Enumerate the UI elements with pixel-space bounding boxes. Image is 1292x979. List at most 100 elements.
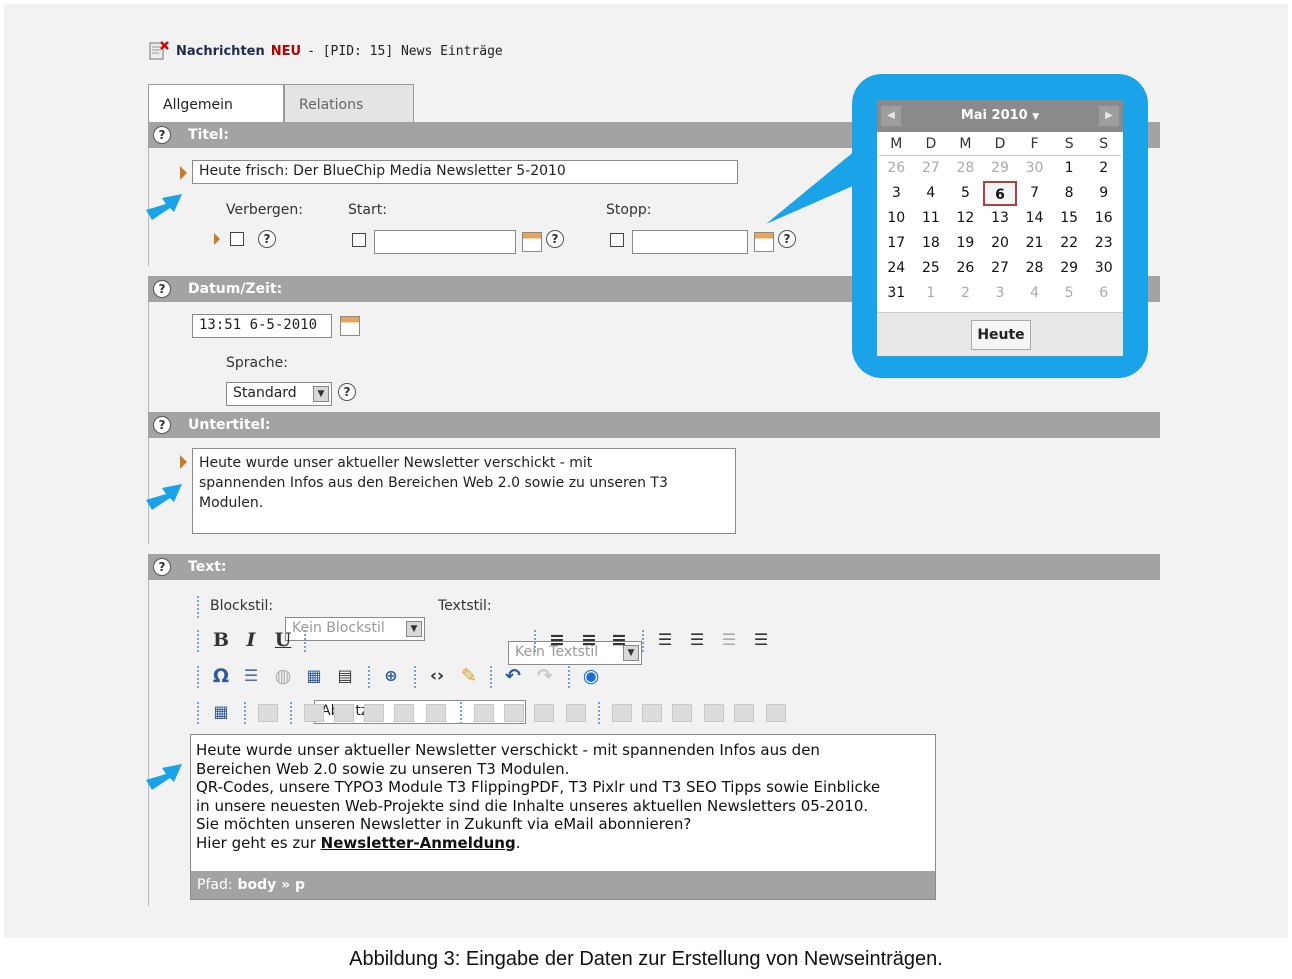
calendar-day[interactable]: 30	[1017, 156, 1052, 181]
table-cell-icon[interactable]	[258, 704, 278, 722]
cell-split-icon[interactable]	[734, 704, 754, 722]
today-button[interactable]: Heute	[971, 320, 1031, 350]
calendar-day[interactable]: 6	[982, 181, 1018, 206]
calendar-day[interactable]: 4	[914, 181, 949, 206]
help-icon[interactable]: ?	[338, 383, 356, 401]
path-p[interactable]: p	[295, 877, 305, 893]
calendar-day[interactable]: 22	[1052, 231, 1087, 256]
calendar-day[interactable]: 25	[914, 256, 949, 281]
calendar-day[interactable]: 7	[1017, 181, 1052, 206]
calendar-icon[interactable]	[340, 316, 360, 336]
help-icon[interactable]: ?	[258, 230, 276, 248]
outdent-icon[interactable]: ☰	[718, 629, 740, 651]
chevron-down-icon[interactable]: ▼	[1032, 112, 1039, 122]
calendar-day[interactable]: 2	[1086, 156, 1121, 181]
chevron-left-icon[interactable]: ◀	[881, 106, 901, 126]
calendar-day[interactable]: 30	[1086, 256, 1121, 281]
calendar-day[interactable]: 31	[879, 281, 914, 306]
newsletter-signup-link[interactable]: Newsletter-Anmeldung	[321, 834, 516, 852]
calendar-day[interactable]: 16	[1086, 206, 1121, 231]
about-help-icon[interactable]: ◉	[580, 665, 602, 687]
row-insert-before-icon[interactable]	[334, 704, 354, 722]
cell-properties-icon[interactable]	[612, 704, 632, 722]
calendar-day[interactable]: 28	[1017, 256, 1052, 281]
insert-link-icon[interactable]: ◍	[272, 665, 294, 687]
column-insert-after-icon[interactable]	[504, 704, 524, 722]
row-delete-icon[interactable]	[394, 704, 414, 722]
help-icon[interactable]: ?	[153, 280, 171, 298]
column-insert-before-icon[interactable]	[474, 704, 494, 722]
chevron-right-icon[interactable]: ▶	[1099, 106, 1119, 126]
redo-icon[interactable]: ↷	[534, 665, 556, 687]
hide-checkbox[interactable]	[230, 232, 244, 246]
row-split-icon[interactable]	[426, 704, 446, 722]
calendar-icon[interactable]	[754, 232, 774, 252]
calendar-day[interactable]: 26	[948, 256, 983, 281]
tab-relations[interactable]: Relations	[284, 84, 414, 122]
column-split-icon[interactable]	[566, 704, 586, 722]
calendar-day[interactable]: 10	[879, 206, 914, 231]
calendar-day[interactable]: 3	[983, 281, 1018, 306]
special-character-icon[interactable]: Ω	[210, 665, 232, 687]
rich-text-editor[interactable]: Heute wurde unser aktueller Newsletter v…	[190, 734, 936, 900]
blockstyle-select[interactable]: Kein Blockstil ▼	[285, 617, 425, 641]
calendar-day[interactable]: 1	[914, 281, 949, 306]
start-date-input[interactable]	[374, 230, 516, 254]
ordered-list-icon[interactable]: ☰	[654, 629, 676, 651]
calendar-day[interactable]: 28	[948, 156, 983, 181]
calendar-day[interactable]: 12	[948, 206, 983, 231]
align-right-icon[interactable]: ≡	[608, 629, 630, 651]
title-input[interactable]: Heute frisch: Der BlueChip Media Newslet…	[192, 160, 738, 184]
calendar-day[interactable]: 9	[1086, 181, 1121, 206]
cell-insert-before-icon[interactable]	[642, 704, 662, 722]
cell-delete-icon[interactable]	[704, 704, 724, 722]
calendar-day[interactable]: 27	[914, 156, 949, 181]
calendar-day[interactable]: 15	[1052, 206, 1087, 231]
calendar-day[interactable]: 24	[879, 256, 914, 281]
indent-icon[interactable]: ☰	[750, 629, 772, 651]
calendar-day[interactable]: 5	[1052, 281, 1087, 306]
editor-content[interactable]: Heute wurde unser aktueller Newsletter v…	[191, 735, 935, 858]
calendar-day[interactable]: 29	[1052, 256, 1087, 281]
stop-checkbox[interactable]	[610, 233, 624, 247]
subtitle-textarea[interactable]: Heute wurde unser aktueller Newsletter v…	[192, 448, 736, 534]
calendar-day[interactable]: 17	[879, 231, 914, 256]
bold-icon[interactable]: B	[210, 629, 232, 651]
language-select[interactable]: Standard ▼	[226, 382, 332, 406]
help-icon[interactable]: ?	[153, 558, 171, 576]
calendar-day[interactable]: 14	[1017, 206, 1052, 231]
calendar-day[interactable]: 13	[983, 206, 1018, 231]
underline-icon[interactable]: U	[272, 629, 294, 651]
tab-allgemein[interactable]: Allgemein	[148, 84, 284, 124]
path-body[interactable]: body	[237, 877, 276, 893]
insert-image-icon[interactable]: ▤	[334, 665, 356, 687]
datetime-input[interactable]: 13:51 6-5-2010	[192, 314, 332, 338]
help-icon[interactable]: ?	[778, 230, 796, 248]
insert-list-icon[interactable]: ☰	[240, 665, 262, 687]
cell-insert-after-icon[interactable]	[672, 704, 692, 722]
calendar-day[interactable]: 11	[914, 206, 949, 231]
calendar-day[interactable]: 27	[983, 256, 1018, 281]
cell-merge-icon[interactable]	[766, 704, 786, 722]
find-replace-icon[interactable]: ⊕	[380, 665, 402, 687]
align-center-icon[interactable]: ≡	[578, 629, 600, 651]
help-icon[interactable]: ?	[153, 416, 171, 434]
start-checkbox[interactable]	[352, 233, 366, 247]
calendar-day[interactable]: 23	[1086, 231, 1121, 256]
calendar-day[interactable]: 4	[1017, 281, 1052, 306]
insert-table-icon[interactable]: ▦	[303, 665, 325, 687]
help-icon[interactable]: ?	[153, 126, 171, 144]
undo-icon[interactable]: ↶	[502, 665, 524, 687]
calendar-day[interactable]: 3	[879, 181, 914, 206]
calendar-day[interactable]: 18	[914, 231, 949, 256]
italic-icon[interactable]: I	[240, 629, 262, 651]
row-insert-after-icon[interactable]	[364, 704, 384, 722]
calendar-day[interactable]: 21	[1017, 231, 1052, 256]
html-source-icon[interactable]: ‹›	[426, 665, 448, 687]
calendar-day[interactable]: 6	[1086, 281, 1121, 306]
calendar-day[interactable]: 1	[1052, 156, 1087, 181]
unordered-list-icon[interactable]: ☰	[686, 629, 708, 651]
row-properties-icon[interactable]	[304, 704, 324, 722]
column-delete-icon[interactable]	[534, 704, 554, 722]
calendar-day[interactable]: 29	[983, 156, 1018, 181]
